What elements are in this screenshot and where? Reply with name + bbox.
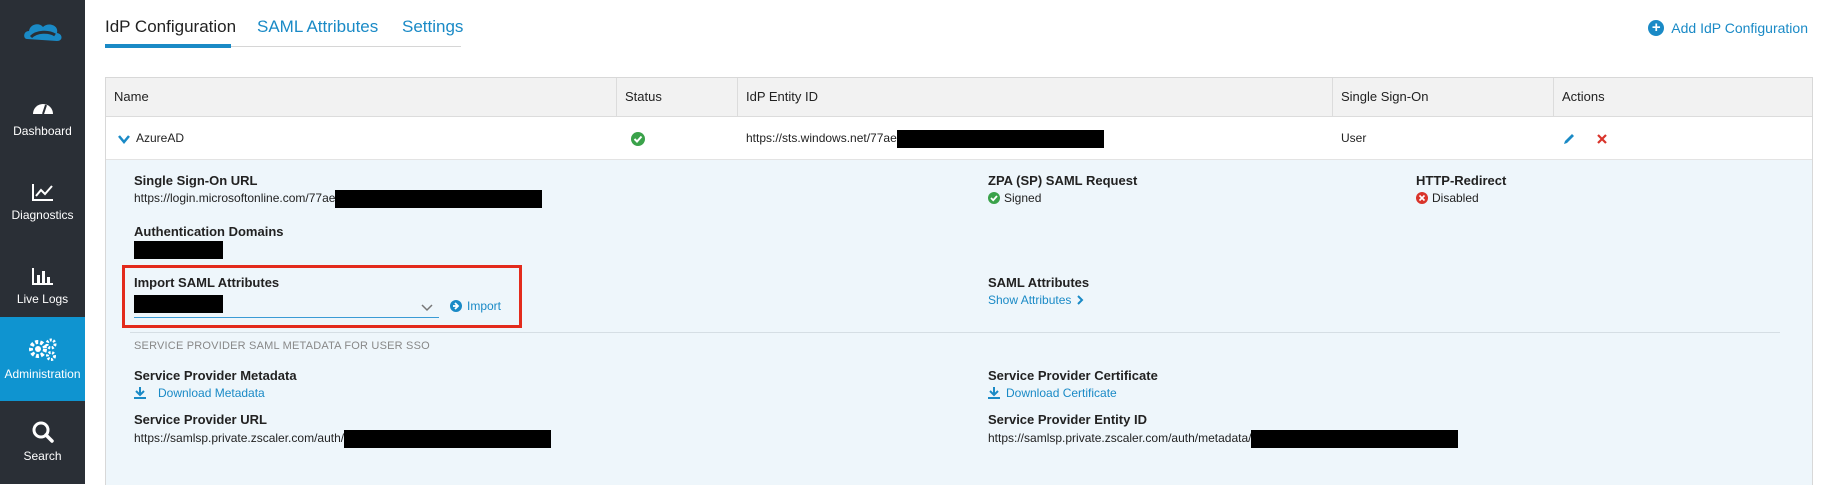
column-header-sso[interactable]: Single Sign-On [1333,78,1554,116]
nav-label: Live Logs [16,292,69,306]
show-attributes-text: Show Attributes [988,293,1072,307]
active-tab-indicator [105,44,231,48]
gauge-icon [32,104,53,115]
sp-url-label: Service Provider URL [134,412,267,427]
nav-administration[interactable]: Administration [0,317,85,401]
saml-attributes-label: SAML Attributes [988,275,1090,290]
pencil-icon [1564,133,1574,144]
bar-chart-icon [31,268,53,285]
download-certificate-text: Download Certificate [1006,386,1117,400]
error-circle-icon [1416,192,1428,204]
edit-button[interactable] [1562,117,1576,159]
table-header: Name Status IdP Entity ID Single Sign-On… [106,78,1812,117]
sp-metadata-label: Service Provider Metadata [134,368,297,383]
nav-label: Diagnostics [11,208,74,222]
download-metadata-link[interactable]: Download Metadata [134,386,265,400]
download-icon [988,387,1000,399]
entity-id-cell: https://sts.windows.net/77ae [746,117,1104,159]
nav-dashboard[interactable]: Dashboard [0,76,85,160]
column-header-entity-id[interactable]: IdP Entity ID [738,78,1333,116]
import-button[interactable]: Import [450,299,501,313]
chevron-right-icon [1077,295,1084,305]
nav-label: Administration [4,367,81,381]
add-idp-configuration-button[interactable]: + Add IdP Configuration [1648,20,1808,36]
redacted-block [134,295,223,313]
sidebar: Dashboard Diagnostics Live Logs Administ… [0,0,85,484]
redacted-block [134,241,223,259]
check-circle-icon [988,192,1000,204]
entity-id-text: https://sts.windows.net/77ae [746,131,897,145]
close-icon [1597,134,1607,144]
chevron-down-icon [421,304,433,312]
sso-url-label: Single Sign-On URL [134,173,258,188]
download-icon [134,387,146,399]
tab-settings[interactable]: Settings [402,17,463,37]
import-file-select[interactable] [134,295,439,318]
nav-live-logs[interactable]: Live Logs [0,244,85,328]
column-header-name[interactable]: Name [106,78,617,116]
redacted-block [896,129,1104,148]
sp-entity-text: https://samlsp.private.zscaler.com/auth/… [988,431,1252,446]
disabled-text: Disabled [1432,191,1479,205]
table-row[interactable]: AzureAD https://sts.windows.net/77ae Use… [106,117,1812,160]
sp-url-text: https://samlsp.private.zscaler.com/auth/ [134,431,345,446]
plus-circle-icon: + [1648,20,1665,36]
download-certificate-link[interactable]: Download Certificate [988,386,1117,400]
redacted-block [335,190,543,208]
idp-table: Name Status IdP Entity ID Single Sign-On… [105,77,1813,485]
import-saml-attributes-label: Import SAML Attributes [134,275,280,290]
search-icon [32,421,54,443]
sso-cell: User [1341,131,1367,145]
nav-search[interactable]: Search [0,400,85,484]
sp-metadata-section-title: SERVICE PROVIDER SAML METADATA FOR USER … [134,340,430,352]
http-redirect-value: Disabled [1416,191,1479,205]
chart-line-icon [31,184,53,201]
nav-label: Search [23,449,62,463]
chevron-down-icon [118,135,130,144]
sp-certificate-label: Service Provider Certificate [988,368,1158,383]
idp-detail-panel: Single Sign-On URL https://login.microso… [106,160,1812,485]
status-cell [631,117,645,159]
download-metadata-text: Download Metadata [158,386,265,400]
redacted-block [344,430,552,448]
column-header-actions: Actions [1562,89,1605,104]
tab-saml-attributes[interactable]: SAML Attributes [257,17,378,37]
add-idp-label: Add IdP Configuration [1671,20,1808,36]
cloud-logo-icon [23,24,61,41]
http-redirect-label: HTTP-Redirect [1416,173,1507,188]
section-divider [130,332,1780,333]
nav-diagnostics[interactable]: Diagnostics [0,160,85,244]
zpa-saml-request-value: Signed [988,191,1041,205]
authentication-domains-label: Authentication Domains [134,224,284,239]
delete-button[interactable] [1596,117,1608,159]
redacted-block [1251,430,1459,448]
tab-idp-configuration[interactable]: IdP Configuration [105,17,236,37]
sp-url-value: https://samlsp.private.zscaler.com/auth/ [134,430,552,448]
sso-url-text: https://login.microsoftonline.com/77ae [134,191,336,206]
sp-entity-id-label: Service Provider Entity ID [988,412,1147,427]
arrow-right-circle-icon [450,300,462,312]
zscaler-logo[interactable] [0,12,85,56]
idp-name: AzureAD [136,131,185,145]
tab-bar: IdP Configuration SAML Attributes Settin… [105,0,463,48]
signed-text: Signed [1004,191,1042,205]
nav-label: Dashboard [13,124,72,138]
sp-entity-id-value: https://samlsp.private.zscaler.com/auth/… [988,430,1459,448]
show-attributes-link[interactable]: Show Attributes [988,293,1084,307]
gears-icon [28,338,56,361]
sso-url-value: https://login.microsoftonline.com/77ae [134,190,543,208]
import-label: Import [467,299,502,313]
zpa-saml-request-label: ZPA (SP) SAML Request [988,173,1138,188]
column-header-status[interactable]: Status [617,78,738,116]
check-circle-icon [631,131,645,146]
expand-toggle[interactable]: AzureAD [118,117,184,159]
